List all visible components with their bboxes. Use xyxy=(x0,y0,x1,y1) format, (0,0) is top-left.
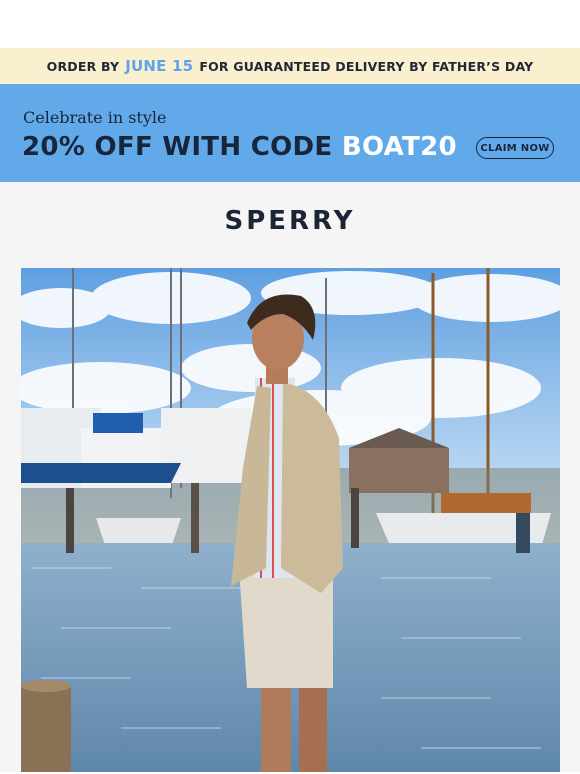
hero-image[interactable] xyxy=(21,268,560,772)
promo-headline: 20% OFF WITH CODE BOAT20 xyxy=(22,132,457,162)
top-spacer xyxy=(0,0,580,48)
content-area: SPERRY xyxy=(0,182,580,772)
shipping-prefix: ORDER BY xyxy=(46,58,120,74)
sperry-logo[interactable]: SPERRY xyxy=(0,206,580,236)
hero-illustration xyxy=(21,268,560,772)
promo-code: BOAT20 xyxy=(341,132,457,162)
shipping-date: JUNE 15 xyxy=(125,57,194,75)
claim-now-button[interactable]: CLAIM NOW xyxy=(476,137,554,159)
promo-headline-text: 20% OFF WITH CODE xyxy=(22,132,333,162)
shipping-suffix: FOR GUARANTEED DELIVERY BY FATHER’S DAY xyxy=(199,58,534,74)
shipping-banner: ORDER BY JUNE 15 FOR GUARANTEED DELIVERY… xyxy=(0,48,580,84)
promo-banner[interactable]: Celebrate in style 20% OFF WITH CODE BOA… xyxy=(0,84,580,182)
promo-tagline: Celebrate in style xyxy=(23,108,167,127)
